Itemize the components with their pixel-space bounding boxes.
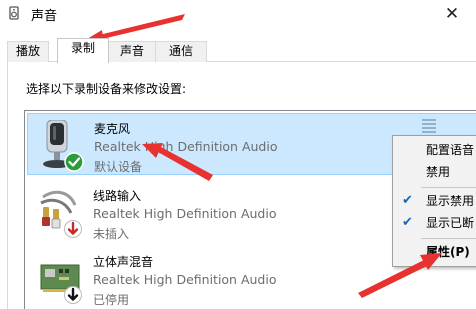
device-name: 线路输入 <box>93 189 142 203</box>
device-name: 立体声混音 <box>93 255 154 269</box>
tab-bar: 播放 录制 声音 通信 <box>7 38 467 63</box>
stereo-mix-board-icon <box>40 264 82 304</box>
instruction-text: 选择以下录制设备来修改设置: <box>26 82 187 96</box>
device-status: 未插入 <box>93 227 130 241</box>
window-title: 声音 <box>31 9 58 24</box>
device-driver: Realtek High Definition Audio <box>93 206 277 221</box>
menu-separator <box>421 187 476 188</box>
check-icon: ✔ <box>402 193 413 208</box>
menu-item-properties[interactable]: 属性(P) <box>393 241 476 263</box>
device-status: 已停用 <box>93 293 130 307</box>
close-icon: ✕ <box>444 4 460 24</box>
tab-recording[interactable]: 录制 <box>57 38 109 63</box>
device-name: 麦克风 <box>94 122 131 136</box>
title-bar: 声音 ✕ <box>0 0 476 28</box>
sound-dialog: 声音 ✕ 播放 录制 声音 通信 选择以下录制设备来修改设置: 麦克风 Real… <box>0 0 476 309</box>
menu-separator <box>421 238 476 239</box>
context-menu: 配置语音 禁用 ✔ 显示禁用 ✔ 显示已断 属性(P) <box>392 135 476 267</box>
default-check-badge <box>64 152 84 172</box>
device-driver: Realtek High Definition Audio <box>94 139 278 154</box>
microphone-icon <box>43 120 84 172</box>
device-status: 默认设备 <box>94 160 143 174</box>
menu-item-show-disabled[interactable]: ✔ 显示禁用 <box>393 190 476 212</box>
menu-item-configure-speech[interactable]: 配置语音 <box>393 139 476 161</box>
tab-communications[interactable]: 通信 <box>155 41 207 62</box>
menu-item-show-disconnected[interactable]: ✔ 显示已断 <box>393 212 476 234</box>
menu-item-disable[interactable]: 禁用 <box>393 161 476 183</box>
tab-sounds[interactable]: 声音 <box>108 41 156 62</box>
device-driver: Realtek High Definition Audio <box>93 272 277 287</box>
line-in-jack-icon <box>40 190 82 238</box>
speaker-app-icon <box>9 6 19 20</box>
tab-playback[interactable]: 播放 <box>7 41 49 62</box>
close-button[interactable]: ✕ <box>428 0 476 28</box>
check-icon: ✔ <box>402 215 413 230</box>
